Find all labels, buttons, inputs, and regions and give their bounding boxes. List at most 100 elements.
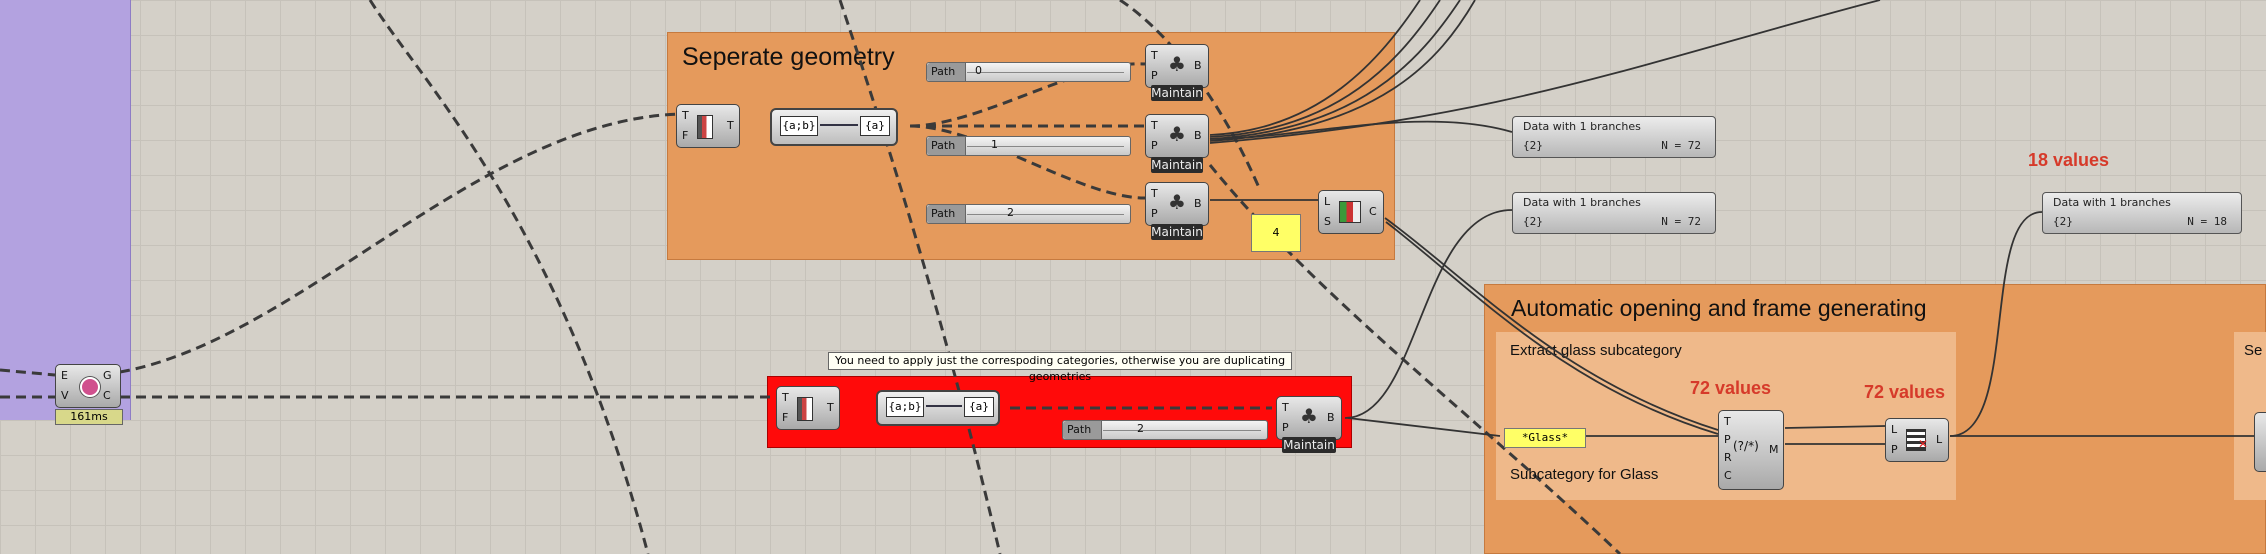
port-t: T	[1282, 401, 1289, 414]
tree-icon: ♣	[1168, 190, 1186, 214]
group-title: Se	[2244, 342, 2263, 359]
slider-label: Path	[927, 205, 966, 223]
panel-title: Data with 1 branches	[1523, 196, 1641, 209]
count-label-72-b: 72 values	[1864, 382, 1946, 402]
match-text-component[interactable]: T P R C (?/*) M	[1718, 410, 1784, 490]
expression-component-top[interactable]: {a;b} {a}	[770, 108, 898, 146]
expression-left: {a;b}	[886, 397, 924, 417]
slider-track	[967, 72, 1124, 73]
glass-filter-text[interactable]: *Glass*	[1504, 428, 1586, 448]
panel-path: {2}	[1523, 215, 1543, 228]
tree-branch-component-0[interactable]: T P B ♣	[1145, 44, 1209, 88]
split-tree-icon	[797, 397, 813, 421]
panel-path: {2}	[1523, 139, 1543, 152]
port-g: G	[103, 369, 112, 382]
number-panel[interactable]: 4	[1251, 214, 1301, 252]
offscreen-component[interactable]	[2254, 412, 2266, 472]
geometry-source-component[interactable]: E V G C	[55, 364, 121, 408]
port-l: L	[1891, 423, 1898, 436]
count-label-18: 18 values	[2028, 150, 2110, 170]
slider-value: 2	[1007, 206, 1014, 219]
slider-value: 0	[975, 64, 982, 77]
port-c: C	[1724, 469, 1732, 482]
slider-value: 2	[1137, 422, 1144, 435]
port-t: T	[782, 391, 789, 404]
group-title: Seperate geometry	[682, 43, 895, 71]
geometry-icon	[80, 377, 100, 397]
maintain-badge: Maintain	[1151, 157, 1203, 173]
port-b: B	[1194, 197, 1202, 210]
tree-icon: ♣	[1300, 404, 1318, 428]
port-b: B	[1194, 129, 1202, 142]
cull-pattern-component[interactable]: L P L ✕	[1885, 418, 1949, 462]
split-tree-icon	[697, 115, 713, 139]
group-title: Automatic opening and frame generating	[1511, 295, 1927, 321]
slider-track	[1103, 430, 1261, 431]
count-label-72-a: 72 values	[1690, 378, 1772, 398]
arrow-icon	[820, 124, 858, 126]
port-p: P	[1282, 421, 1289, 434]
maintain-badge: Maintain	[1151, 224, 1203, 240]
port-l-out: L	[1936, 433, 1943, 446]
port-t-out: T	[827, 401, 834, 414]
path-slider-1[interactable]: Path 1	[926, 136, 1131, 156]
port-l: L	[1324, 195, 1331, 208]
panel-title: Data with 1 branches	[2053, 196, 2171, 209]
arrow-icon	[926, 405, 962, 407]
split-tree-component-bottom[interactable]: T F T	[776, 386, 840, 430]
panel-path: {2}	[2053, 215, 2073, 228]
panel-count: N = 72	[1661, 215, 1701, 228]
path-slider-2[interactable]: Path 2	[926, 204, 1131, 224]
tree-icon: ♣	[1168, 122, 1186, 146]
port-t: T	[1151, 49, 1158, 62]
slider-label: Path	[1063, 421, 1102, 439]
port-m: M	[1769, 443, 1779, 456]
port-p: P	[1151, 207, 1158, 220]
port-b: B	[1194, 59, 1202, 72]
expression-right: {a}	[964, 397, 994, 417]
port-t: T	[1724, 415, 1731, 428]
port-f: F	[682, 129, 689, 142]
maintain-badge: Maintain	[1151, 85, 1203, 101]
data-panel-2[interactable]: Data with 1 branches {2} N = 72	[1512, 192, 1716, 234]
port-c: C	[1369, 205, 1377, 218]
port-t-out: T	[727, 119, 734, 132]
panel-count: N = 72	[1661, 139, 1701, 152]
warning-tooltip: You need to apply just the correspoding …	[828, 352, 1292, 383]
expression-component-bottom[interactable]: {a;b} {a}	[876, 390, 1000, 426]
expression-left: {a;b}	[780, 116, 818, 136]
tree-branch-component-2[interactable]: T P B ♣	[1145, 182, 1209, 226]
slider-label: Path	[927, 63, 966, 81]
tree-icon: ♣	[1168, 52, 1186, 76]
tree-branch-component-3[interactable]: T P B ♣	[1276, 396, 1342, 440]
purple-group	[0, 0, 131, 420]
list-icon	[1339, 201, 1361, 223]
port-b: B	[1327, 411, 1335, 424]
subcategory-label: Subcategory for Glass	[1510, 466, 1659, 483]
port-t: T	[1151, 187, 1158, 200]
data-panel-1[interactable]: Data with 1 branches {2} N = 72	[1512, 116, 1716, 158]
port-p: P	[1151, 139, 1158, 152]
port-t: T	[682, 109, 689, 122]
port-v: V	[61, 389, 69, 402]
port-c: C	[103, 389, 111, 402]
expression-right: {a}	[860, 116, 890, 136]
data-panel-3[interactable]: Data with 1 branches {2} N = 18	[2042, 192, 2242, 234]
port-f: F	[782, 411, 789, 424]
tree-branch-component-1[interactable]: T P B ♣	[1145, 114, 1209, 158]
panel-title: Data with 1 branches	[1523, 120, 1641, 133]
path-slider-3[interactable]: Path 2	[1062, 420, 1268, 440]
port-r: R	[1724, 451, 1732, 464]
cull-cross-icon: ✕	[1918, 437, 1929, 451]
match-icon: (?/*)	[1733, 439, 1759, 453]
split-tree-component-top[interactable]: T F T	[676, 104, 740, 148]
port-t: T	[1151, 119, 1158, 132]
slider-track	[967, 214, 1124, 215]
port-p: P	[1724, 433, 1731, 446]
slider-value: 1	[991, 138, 998, 151]
list-length-component[interactable]: L S C	[1318, 190, 1384, 234]
group-title: Extract glass subcategory	[1510, 342, 1682, 359]
slider-label: Path	[927, 137, 966, 155]
path-slider-0[interactable]: Path 0	[926, 62, 1131, 82]
port-p: P	[1891, 443, 1898, 456]
